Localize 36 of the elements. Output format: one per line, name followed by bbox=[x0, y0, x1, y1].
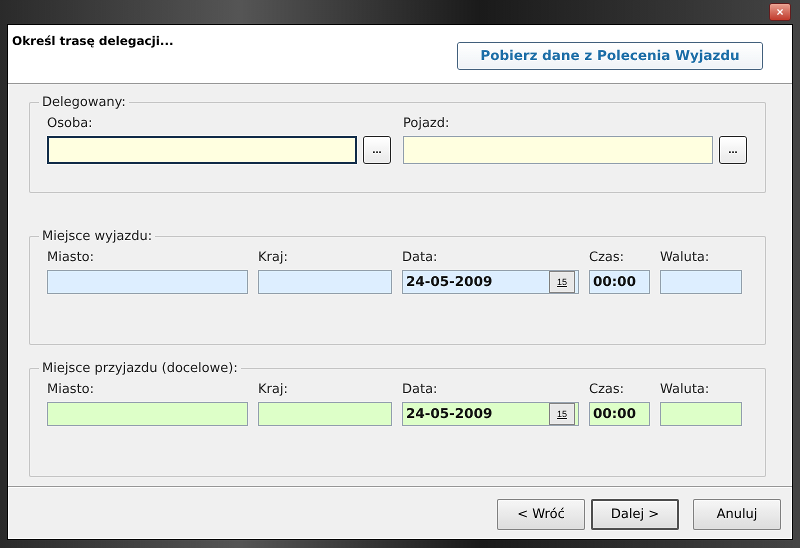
time-field[interactable]: 00:00 bbox=[589, 270, 650, 294]
input-field[interactable] bbox=[47, 136, 357, 164]
field-label: Miasto: bbox=[47, 382, 95, 398]
time-field[interactable]: 00:00 bbox=[589, 402, 650, 426]
dialog-title: Określ trasę delegacji... bbox=[12, 34, 174, 50]
group-label: Miejsce przyjazdu (docelowe): bbox=[41, 361, 239, 376]
date-field[interactable]: 24-05-2009 15 bbox=[402, 270, 579, 294]
group-label: Miejsce wyjazdu: bbox=[41, 229, 154, 244]
nav-button[interactable]: Anuluj bbox=[693, 499, 781, 530]
input-field[interactable] bbox=[660, 270, 742, 294]
input-field[interactable] bbox=[660, 402, 742, 426]
field-label: Kraj: bbox=[258, 250, 289, 266]
input-field[interactable] bbox=[403, 136, 713, 164]
field-label: Czas: bbox=[589, 250, 626, 266]
nav-button[interactable]: Dalej > bbox=[591, 499, 679, 530]
browse-button[interactable]: ... bbox=[719, 136, 747, 164]
field-label: Osoba: bbox=[47, 116, 94, 132]
input-field[interactable] bbox=[258, 270, 392, 294]
calendar-button[interactable]: 15 bbox=[549, 403, 575, 425]
fetch-data-button[interactable]: Pobierz dane z Polecenia Wyjazdu bbox=[457, 42, 763, 70]
input-field[interactable] bbox=[258, 402, 392, 426]
field-label: Kraj: bbox=[258, 382, 289, 398]
input-field[interactable] bbox=[47, 270, 248, 294]
browse-button[interactable]: ... bbox=[363, 136, 391, 164]
field-label: Czas: bbox=[589, 382, 626, 398]
field-label: Waluta: bbox=[660, 382, 710, 398]
nav-button[interactable]: < Wróć bbox=[497, 499, 585, 530]
field-label: Data: bbox=[402, 382, 438, 398]
group-label: Delegowany: bbox=[41, 95, 127, 110]
field-label: Data: bbox=[402, 250, 438, 266]
field-label: Waluta: bbox=[660, 250, 710, 266]
field-label: Pojazd: bbox=[403, 116, 450, 132]
date-field[interactable]: 24-05-2009 15 bbox=[402, 402, 579, 426]
field-label: Miasto: bbox=[47, 250, 95, 266]
input-field[interactable] bbox=[47, 402, 248, 426]
calendar-button[interactable]: 15 bbox=[549, 271, 575, 293]
